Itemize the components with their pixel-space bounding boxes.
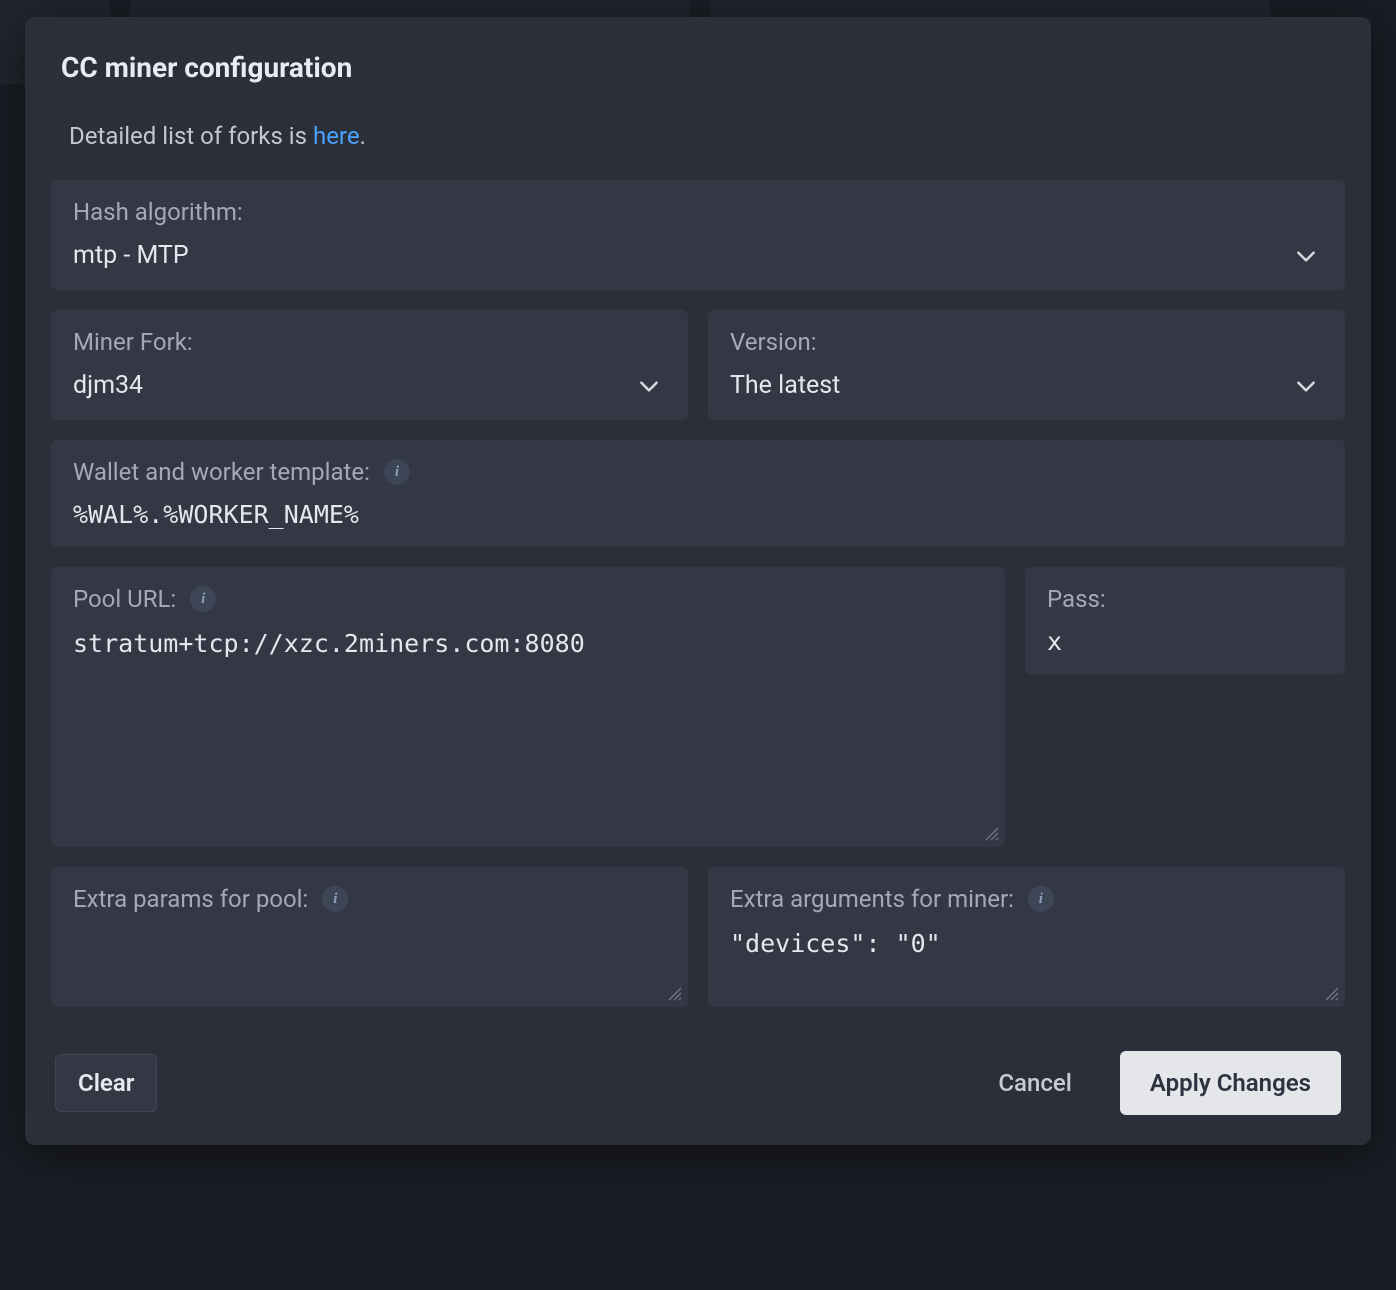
footer-right: Cancel Apply Changes [990,1051,1341,1115]
version-select[interactable]: The latest [730,370,1323,402]
info-icon[interactable]: i [322,886,348,912]
intro-text: Detailed list of forks is here. [51,122,1345,150]
extra-pool-label-text: Extra params for pool: [73,885,308,913]
resize-grip-icon[interactable] [1323,985,1339,1001]
version-label: Version: [730,328,1323,356]
extra-miner-label-text: Extra arguments for miner: [730,885,1014,913]
pool-url-label: Pool URL: i [73,585,983,613]
wallet-template-field: Wallet and worker template: i [51,440,1345,547]
intro-suffix: . [360,122,366,150]
resize-grip-icon[interactable] [983,825,999,841]
version-field: Version: The latest [708,310,1345,420]
resize-grip-icon[interactable] [666,985,682,1001]
hash-algorithm-select[interactable]: mtp - MTP [73,240,1323,272]
extra-miner-input[interactable] [730,927,1323,997]
hash-algorithm-value: mtp - MTP [73,240,1323,272]
info-icon[interactable]: i [384,459,410,485]
version-value: The latest [730,370,1323,402]
pool-url-field: Pool URL: i [51,567,1005,847]
info-icon[interactable]: i [1028,886,1054,912]
hash-algorithm-field: Hash algorithm: mtp - MTP [51,180,1345,290]
miner-fork-field: Miner Fork: djm34 [51,310,688,420]
miner-fork-select[interactable]: djm34 [73,370,666,402]
extra-miner-label: Extra arguments for miner: i [730,885,1323,913]
forks-link[interactable]: here [313,122,360,150]
hash-algorithm-label: Hash algorithm: [73,198,1323,226]
wallet-template-label-text: Wallet and worker template: [73,458,370,486]
pass-input[interactable] [1047,627,1323,656]
extra-miner-field: Extra arguments for miner: i [708,867,1345,1007]
pool-url-label-text: Pool URL: [73,585,176,613]
miner-fork-label: Miner Fork: [73,328,666,356]
wallet-template-label: Wallet and worker template: i [73,458,1323,486]
apply-changes-button[interactable]: Apply Changes [1120,1051,1341,1115]
intro-prefix: Detailed list of forks is [69,122,313,150]
cancel-button[interactable]: Cancel [990,1055,1079,1111]
extra-pool-label: Extra params for pool: i [73,885,666,913]
extra-pool-input[interactable] [73,927,666,997]
pool-url-input[interactable] [73,627,983,837]
modal-title: CC miner configuration [51,51,1345,84]
info-icon[interactable]: i [190,586,216,612]
pass-field: Pass: [1025,567,1345,674]
wallet-template-input[interactable] [73,500,1323,529]
pass-label: Pass: [1047,585,1323,613]
miner-fork-value: djm34 [73,370,666,402]
extra-pool-field: Extra params for pool: i [51,867,688,1007]
modal-footer: Clear Cancel Apply Changes [51,1051,1345,1115]
miner-config-modal: CC miner configuration Detailed list of … [25,17,1371,1145]
clear-button[interactable]: Clear [55,1054,157,1112]
